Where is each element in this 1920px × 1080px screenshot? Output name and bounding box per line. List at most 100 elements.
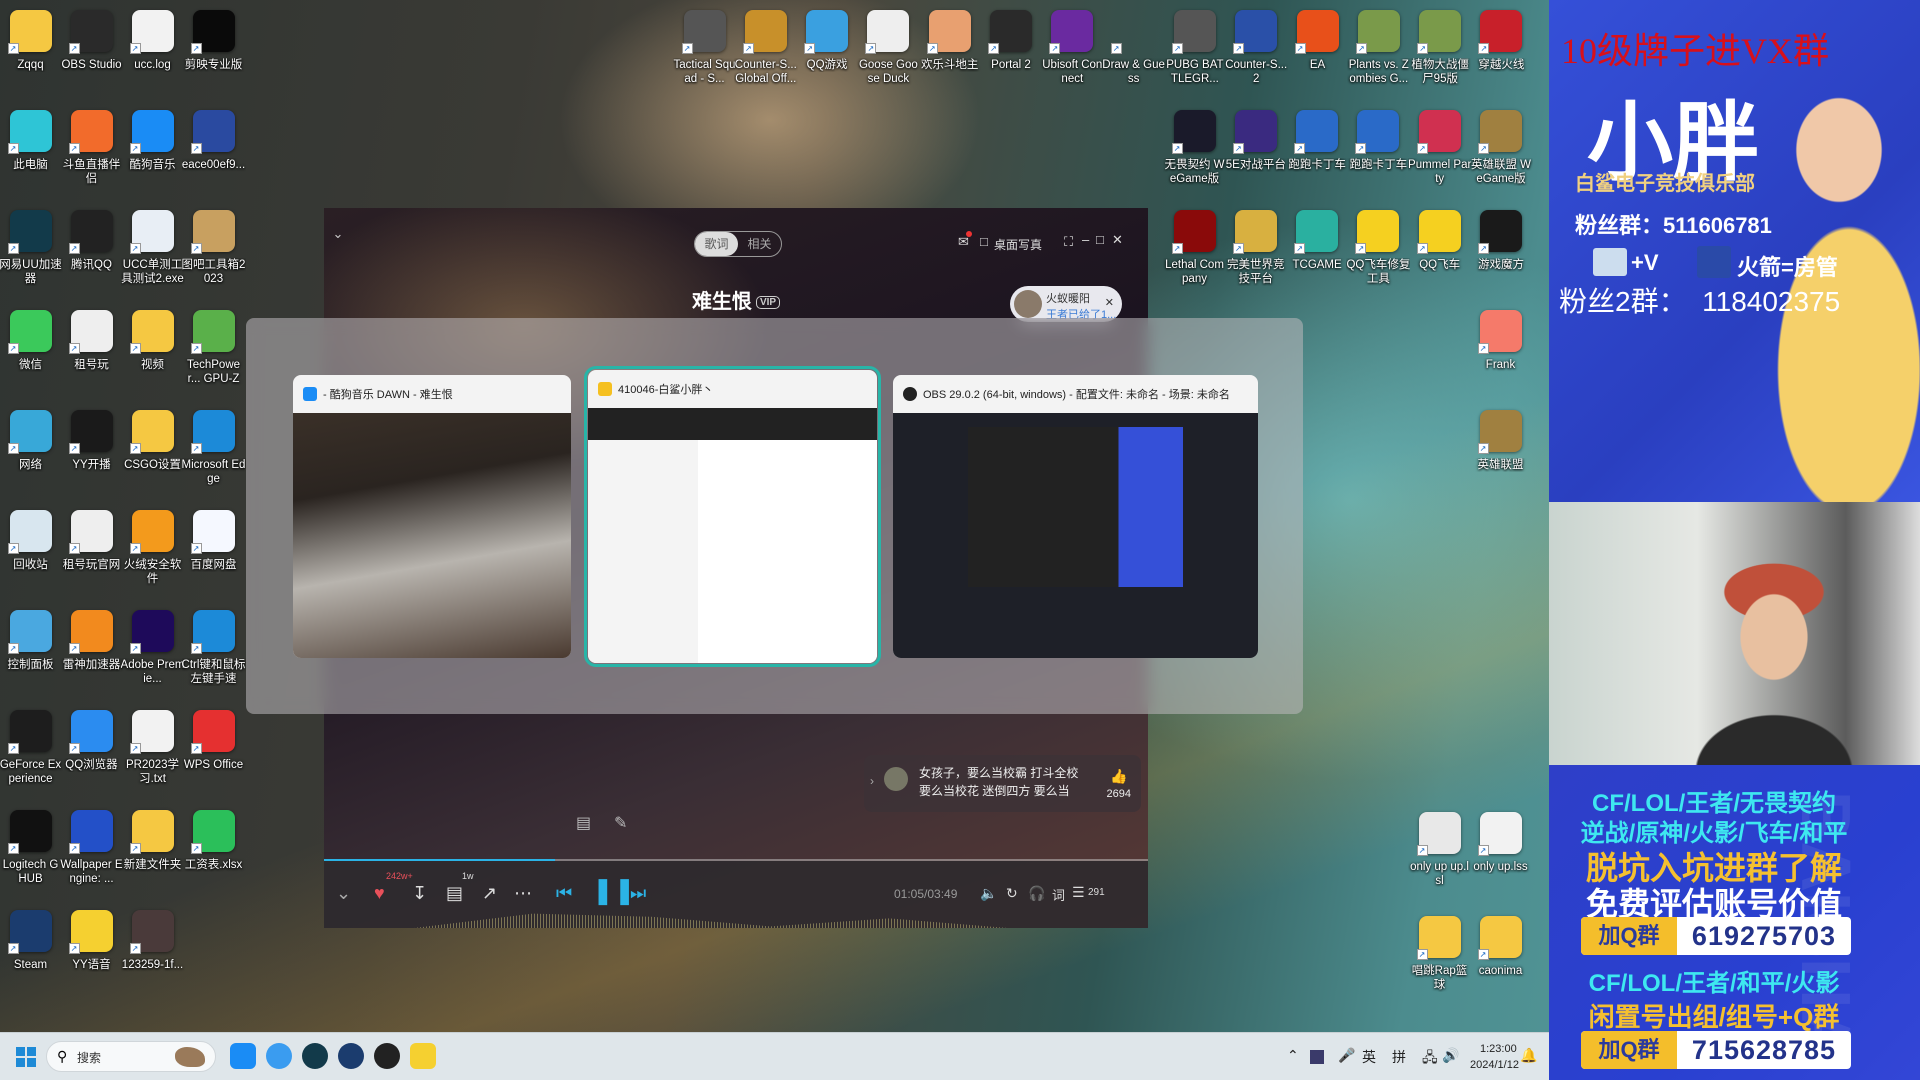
yy-voice-icon[interactable] — [410, 1043, 436, 1069]
repeat-icon[interactable]: ↻ — [1006, 885, 1018, 902]
desktop-icon[interactable]: ↗ Pummel Party — [1408, 104, 1471, 204]
desktop-icon[interactable]: ↗ 火绒安全软件 — [122, 504, 183, 604]
microphone-icon[interactable]: 🎤 — [1338, 1047, 1355, 1064]
more-icon[interactable]: ⋯ — [514, 883, 532, 904]
desktop-icon[interactable]: ↗ 控制面板 — [0, 604, 61, 704]
desktop-icon[interactable]: ↗ 唱跳Rap篮球 — [1409, 910, 1470, 1010]
desktop-icon[interactable]: ↗ 微信 — [0, 304, 61, 404]
desktop-icon[interactable]: ↗ 5E对战平台 — [1225, 104, 1286, 204]
desktop-icon[interactable]: ↗ 无畏契约 WeGame版 — [1164, 104, 1225, 204]
headphones-icon[interactable]: 🎧 — [1028, 885, 1045, 902]
desktop-icon[interactable]: ↗ 网络 — [0, 404, 61, 504]
desktop-icon[interactable]: ↗ PR2023学习.txt — [122, 704, 183, 804]
network-icon[interactable]: 🖧 — [1422, 1047, 1438, 1071]
mail-icon[interactable]: ✉ — [958, 231, 972, 250]
pin-icon[interactable]: ✎ — [614, 813, 627, 833]
desktop-icon[interactable]: ↗ 视频 — [122, 304, 183, 404]
window-thumbnail-kugou[interactable]: - 酷狗音乐 DAWN - 难生恨 — [293, 375, 571, 658]
desktop-icon[interactable]: ↗ 剪映专业版 — [183, 4, 244, 104]
desktop-icon[interactable]: ↗ 欢乐斗地主 — [919, 4, 980, 104]
show-hidden-icons[interactable]: ⌃ — [1287, 1047, 1299, 1064]
desktop-icon[interactable]: ↗ Lethal Company — [1164, 204, 1225, 304]
desktop-icon[interactable]: ↗ Logitech G HUB — [0, 804, 61, 904]
desktop-icon[interactable]: ↗ 雷神加速器 — [61, 604, 122, 704]
tab-lyrics[interactable]: 歌词 — [695, 232, 738, 256]
like-button[interactable]: 👍 2694 — [1107, 767, 1131, 803]
language-indicator[interactable]: 英 — [1362, 1047, 1376, 1067]
chevron-right-icon[interactable]: › — [870, 772, 874, 790]
uu-accelerator-icon[interactable] — [302, 1043, 328, 1069]
qq-browser-icon[interactable] — [266, 1043, 292, 1069]
desktop-icon[interactable]: ↗ 酷狗音乐 — [122, 104, 183, 204]
start-button[interactable] — [16, 1047, 36, 1067]
window-thumbnail-qq-group[interactable]: 410046-白鲨小胖丶 — [584, 366, 881, 667]
desktop-icon[interactable]: ↗ 植物大战僵尸95版 — [1410, 4, 1471, 104]
desktop-icon[interactable]: ↗ YY开播 — [61, 404, 122, 504]
desktop-icon[interactable]: ↗ QQ浏览器 — [61, 704, 122, 804]
window-thumbnail-obs[interactable]: OBS 29.0.2 (64-bit, windows) - 配置文件: 未命名… — [893, 375, 1258, 658]
previous-button[interactable]: ⏮ — [556, 883, 572, 904]
ime-indicator[interactable]: 拼 — [1392, 1047, 1406, 1067]
close-button[interactable]: ✕ — [1112, 232, 1123, 248]
playlist-icon[interactable]: ☰ — [1072, 884, 1085, 901]
desktop-icon[interactable]: ↗ 123259-1f... — [122, 904, 183, 1004]
desktop-icon[interactable]: ↗ TCGAME — [1287, 204, 1348, 304]
desktop-icon[interactable]: ↗ Microsoft Edge — [182, 404, 245, 504]
obs-icon[interactable] — [374, 1043, 400, 1069]
desktop-icon[interactable]: ↗ QQ飞车修复工具 — [1346, 204, 1410, 304]
tray-app-icon[interactable] — [1310, 1050, 1324, 1064]
desktop-photo-button[interactable]: 桌面写真 — [994, 236, 1042, 253]
desktop-icon[interactable]: ↗ GeForce Experience — [0, 704, 61, 804]
close-icon[interactable]: ✕ — [1105, 296, 1114, 309]
comment-icon[interactable]: ▤ — [446, 883, 463, 904]
desktop-icon[interactable]: ↗ 工资表.xlsx — [183, 804, 244, 904]
desktop-icon[interactable]: ↗ 跑跑卡丁车 — [1287, 104, 1348, 204]
film-icon[interactable]: ▤ — [576, 813, 591, 833]
desktop-icon[interactable]: ↗ 百度网盘 — [183, 504, 244, 604]
desktop-icon[interactable]: ↗ 游戏魔方 — [1471, 204, 1532, 304]
desktop-icon[interactable]: ↗ 此电脑 — [0, 104, 61, 204]
view-toggle[interactable]: 歌词 相关 — [694, 231, 782, 257]
chevron-down-icon[interactable]: ⌄ — [336, 883, 351, 904]
desktop-icon[interactable]: ↗ 租号玩 — [61, 304, 122, 404]
desktop-icon[interactable]: ↗ 穿越火线 — [1471, 4, 1532, 104]
desktop-icon[interactable]: ↗ Adobe Premie... — [121, 604, 184, 704]
steam-icon[interactable] — [338, 1043, 364, 1069]
desktop-icon[interactable]: ↗ Ctrl键和鼠标左键手速测... — [182, 604, 245, 704]
tab-related[interactable]: 相关 — [738, 232, 781, 256]
hot-comment[interactable]: › 女孩子，要么当校霸 打斗全校 要么当校花 迷倒四方 要么当学霸 名声四散..… — [864, 755, 1141, 812]
desktop-icon[interactable]: ↗ Steam — [0, 904, 61, 1004]
desktop-icon[interactable]: ↗ 图吧工具箱2023 — [182, 204, 245, 304]
desktop-icon[interactable]: ↗ Counter-S... Global Off... — [735, 4, 797, 104]
share-icon[interactable]: ↗ — [482, 883, 497, 904]
notification-bubble[interactable]: 火蚁暖阳 王者已给了1... ✕ — [1010, 286, 1122, 322]
heart-icon[interactable]: ♥ — [374, 883, 385, 904]
desktop-icon[interactable]: ↗ 英雄联盟 — [1470, 404, 1531, 504]
desktop-icon[interactable]: ↗ QQ游戏 — [797, 4, 858, 104]
desktop-icon[interactable]: ↗ Frank — [1470, 304, 1531, 404]
desktop-icon[interactable]: ↗ 新建文件夹 — [122, 804, 183, 904]
desktop-icon[interactable]: ↗ 租号玩官网 — [61, 504, 122, 604]
desktop-icon[interactable]: ↗ 完美世界竞技平台 — [1225, 204, 1286, 304]
desktop-icon[interactable]: ↗ WPS Office — [183, 704, 244, 804]
desktop-icon[interactable]: ↗ Zqqq — [0, 4, 61, 104]
desktop-icon[interactable]: ↗ ucc.log — [122, 4, 183, 104]
desktop-icon[interactable]: ↗ QQ飞车 — [1409, 204, 1470, 304]
desktop-icon[interactable]: ↗ PUBG BATTLEGR... — [1164, 4, 1225, 104]
desktop-icon[interactable]: ↗ Counter-S... 2 — [1225, 4, 1287, 104]
desktop-icon[interactable]: ↗ eace00ef9... — [182, 104, 245, 204]
desktop-icon[interactable]: ↗ 跑跑卡丁车 — [1348, 104, 1409, 204]
desktop-icon[interactable]: ↗ 腾讯QQ — [61, 204, 122, 304]
desktop-icon[interactable]: ↗ EA — [1287, 4, 1348, 104]
kugou-icon[interactable] — [230, 1043, 256, 1069]
lyrics-toggle[interactable]: 词 — [1052, 885, 1065, 904]
volume-icon[interactable]: 🔊 — [1442, 1047, 1459, 1064]
fullscreen-icon[interactable]: ⛶ — [1064, 234, 1073, 250]
clock-time[interactable]: 1:23:00 — [1480, 1043, 1517, 1055]
maximize-button[interactable]: □ — [1096, 232, 1104, 247]
desktop-icon[interactable]: ↗ caonima — [1470, 910, 1531, 1010]
next-button[interactable]: ⏭ — [630, 883, 646, 904]
desktop-icon[interactable]: ↗ Wallpaper Engine: ... — [60, 804, 123, 904]
desktop-icon[interactable]: ↗ YY语音 — [61, 904, 122, 1004]
desktop-icon[interactable]: ↗ Portal 2 — [981, 4, 1042, 104]
